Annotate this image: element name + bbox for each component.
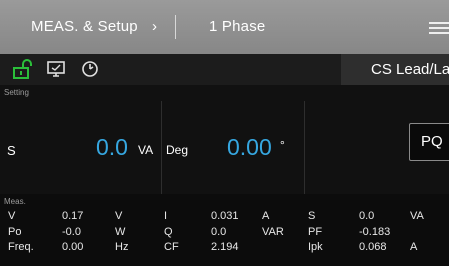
deg-label: Deg [166, 143, 189, 157]
meas-label-cf: CF [164, 241, 179, 253]
s-value-input[interactable]: 0.0 [96, 134, 128, 161]
header-bar: MEAS. & Setup › 1 Phase [0, 0, 449, 54]
breadcrumb-divider [175, 15, 176, 39]
meas-value-pf: -0.183 [359, 226, 391, 238]
meas-label-q: Q [164, 226, 173, 238]
meas-value-freq: 0.00 [62, 241, 84, 253]
meas-unit-s: VA [410, 210, 424, 222]
breadcrumb-chevron-icon: › [152, 18, 157, 35]
meas-label-s: S [308, 210, 316, 222]
meas-label-po: Po [8, 226, 22, 238]
divider [161, 101, 162, 194]
meas-label-pf: PF [308, 226, 323, 238]
meas-value-v: 0.17 [62, 210, 84, 222]
mode-selector[interactable]: CS Lead/Lag [341, 54, 449, 85]
meas-label-ipk: Ipk [308, 241, 323, 253]
clock-icon[interactable] [79, 58, 103, 80]
meas-value-s: 0.0 [359, 210, 375, 222]
meas-unit-ipk: A [410, 241, 418, 253]
pq-button[interactable]: PQ [409, 123, 449, 161]
breadcrumb-meas-setup[interactable]: MEAS. & Setup [31, 0, 138, 54]
meas-value-ipk: 0.068 [359, 241, 387, 253]
divider [304, 101, 305, 194]
meas-unit-freq: Hz [115, 241, 129, 253]
meas-unit-v: V [115, 210, 123, 222]
deg-unit: ° [280, 138, 285, 152]
meas-value-q: 0.0 [211, 226, 227, 238]
meas-label-v: V [8, 210, 16, 222]
setting-section-label: Setting [4, 88, 29, 97]
measurement-section: Meas. V 0.17 V I 0.031 A S 0.0 VA Po -0.… [0, 194, 449, 266]
s-unit: VA [138, 143, 154, 157]
meas-unit-i: A [262, 210, 270, 222]
meas-value-po: -0.0 [62, 226, 81, 238]
meas-value-cf: 2.194 [211, 241, 239, 253]
meas-label-i: I [164, 210, 168, 222]
breadcrumb-1-phase[interactable]: 1 Phase [209, 0, 265, 54]
meas-value-i: 0.031 [211, 210, 239, 222]
meas-section-label: Meas. [4, 197, 26, 206]
screen-capture-icon[interactable] [45, 58, 69, 80]
meas-unit-po: W [115, 226, 126, 238]
meas-unit-q: VAR [262, 226, 284, 238]
setting-section: Setting S 0.0 VA Deg 0.00 ° PQ [0, 85, 449, 194]
deg-value-input[interactable]: 0.00 [227, 134, 272, 161]
lock-open-icon[interactable] [11, 58, 35, 80]
hamburger-menu-icon[interactable] [429, 22, 449, 34]
meas-label-freq: Freq. [8, 241, 34, 253]
s-label: S [7, 143, 16, 158]
